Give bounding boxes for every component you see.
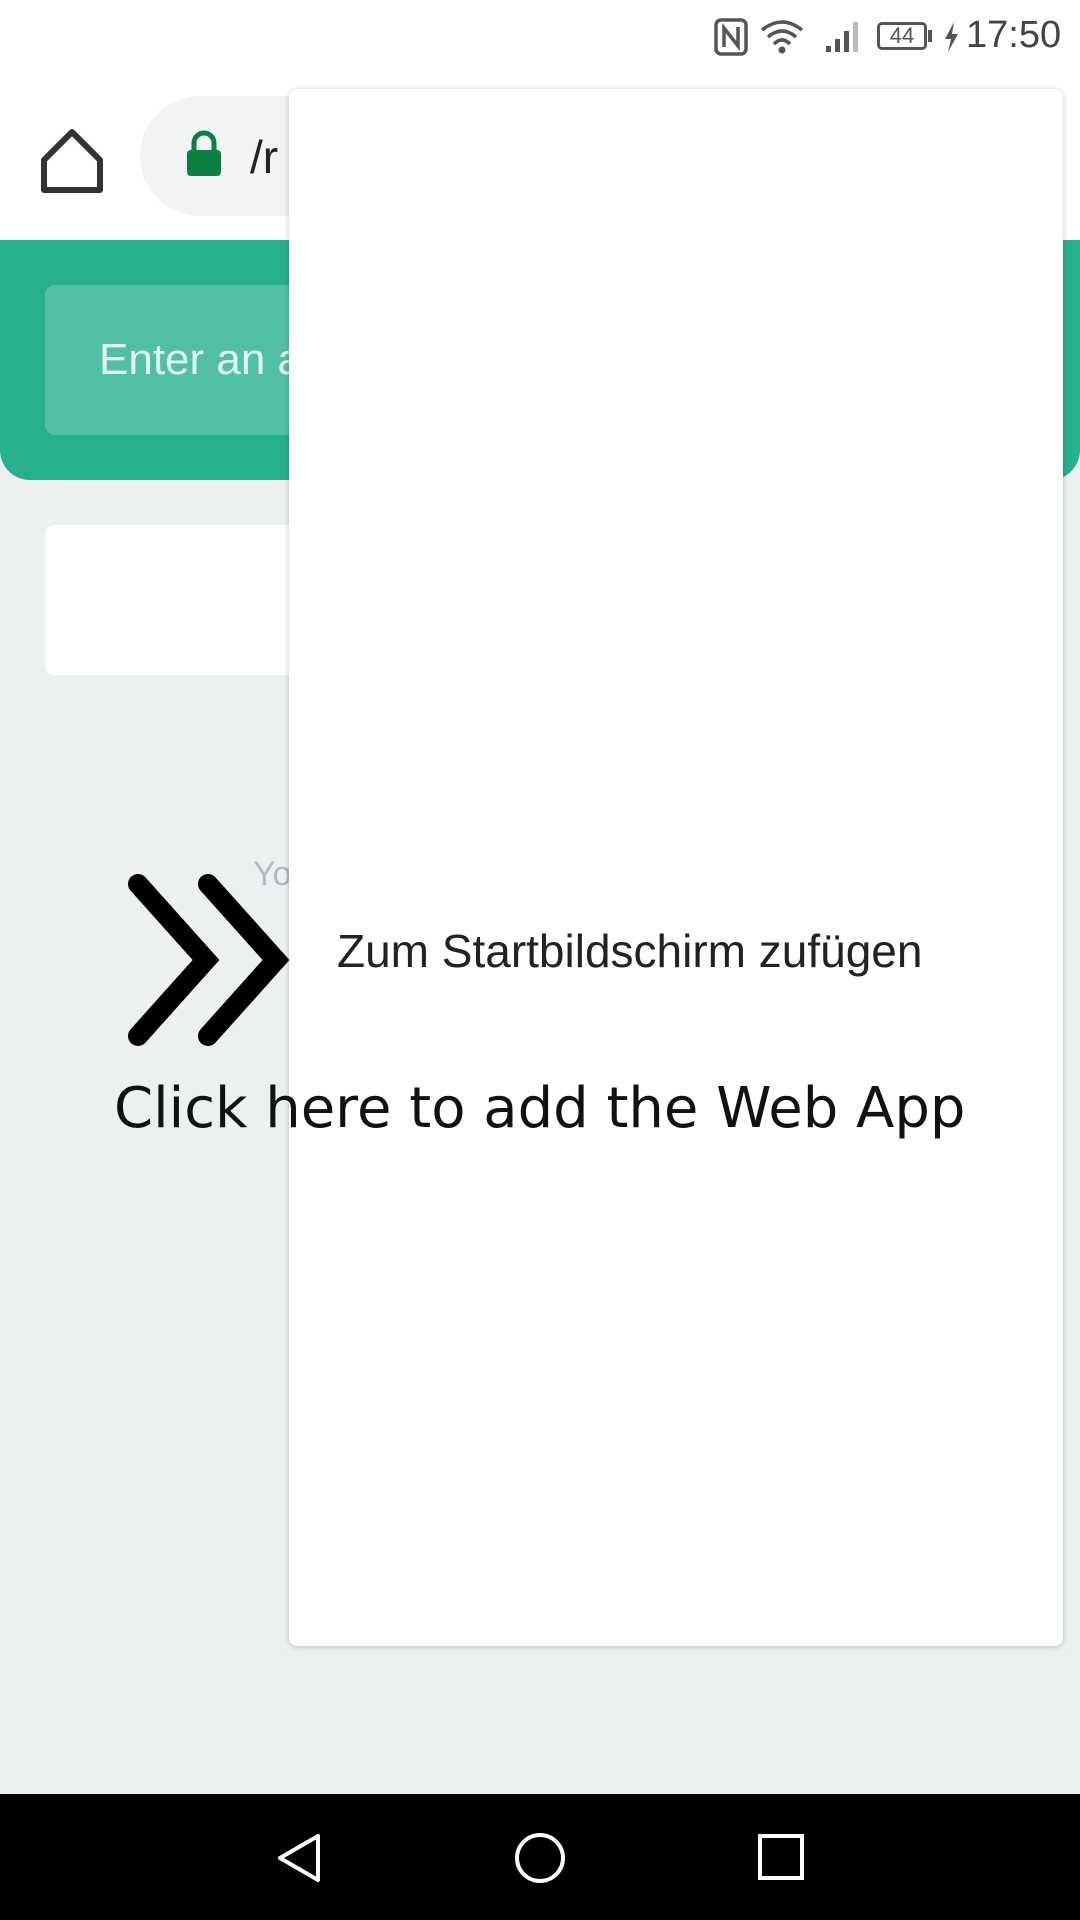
url-text[interactable]: /r [250, 130, 278, 184]
battery-level: 44 [889, 23, 915, 48]
home-icon[interactable] [36, 124, 108, 196]
menu-item-add-to-home-screen[interactable]: Zum Startbildschirm zufügen [337, 924, 922, 978]
nfc-icon [714, 18, 748, 56]
browser-menu: Zum Startbildschirm zufügen [289, 89, 1063, 1646]
recents-icon[interactable] [758, 1834, 804, 1880]
navigation-bar [0, 1794, 1080, 1920]
double-chevron-right-icon [128, 874, 290, 1046]
back-icon[interactable] [276, 1832, 322, 1884]
status-time: 17:50 [966, 14, 1062, 56]
wifi-icon [760, 20, 804, 54]
battery-icon: 44 [877, 22, 927, 50]
signal-icon [826, 22, 858, 52]
charging-icon [945, 22, 958, 52]
status-bar: 44 17:50 [0, 0, 1080, 74]
lock-icon [187, 130, 221, 176]
battery-tip [928, 30, 932, 42]
add-web-app-hint: Click here to add the Web App [114, 1076, 966, 1141]
home-nav-icon[interactable] [514, 1832, 566, 1884]
